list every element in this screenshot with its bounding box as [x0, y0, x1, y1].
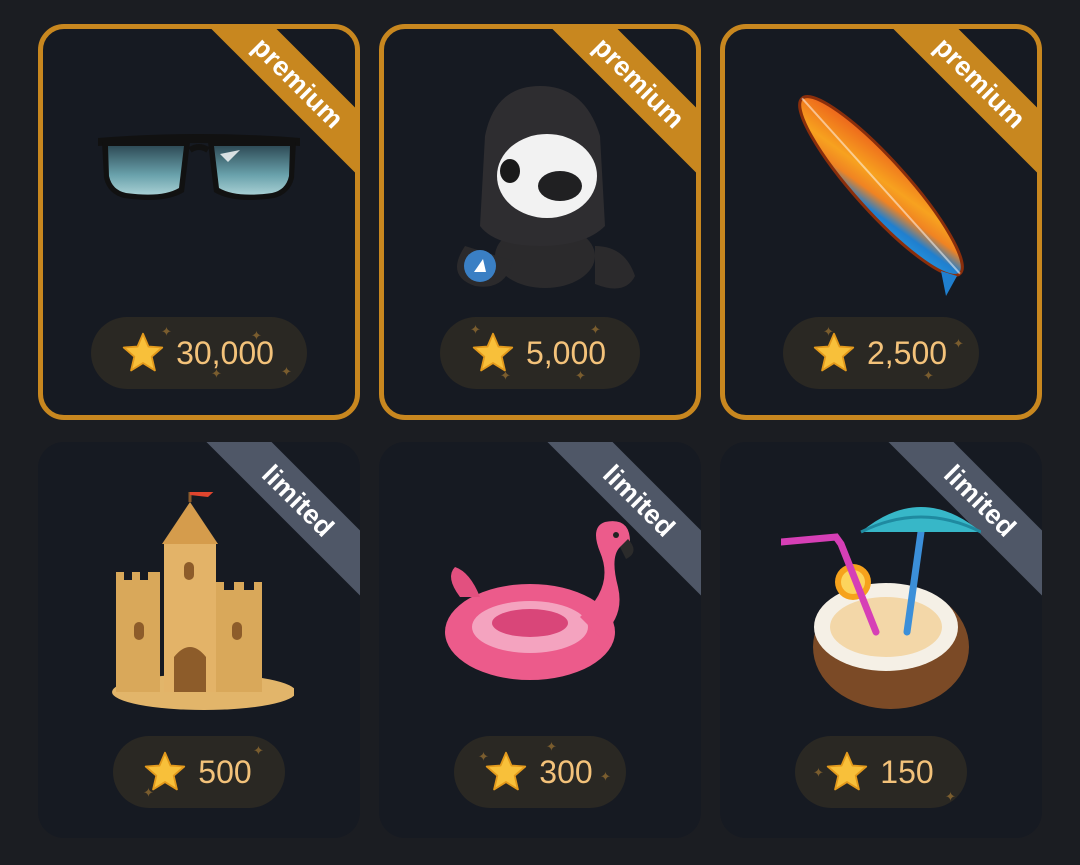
price-pill: ✦ ✦ ✦ ✦ 5,000 [440, 317, 640, 389]
sandcastle-icon [38, 472, 360, 732]
price-amount: 150 [880, 753, 934, 790]
gift-card-surfboard[interactable]: premium ✦ ✦ ✦ 2,500 [720, 24, 1042, 420]
price-pill: ✦ ✦ 150 [795, 736, 967, 808]
surfboard-icon [725, 29, 1037, 309]
price-pill: ✦ ✦ 500 [113, 736, 285, 808]
gift-card-flamingo-float[interactable]: limited ✦ ✦ ✦ 300 [379, 442, 701, 838]
price-amount: 300 [539, 753, 593, 790]
gift-card-hooded-bear[interactable]: premium ✦ ✦ ✦ ✦ 5,000 [379, 24, 701, 420]
star-icon [472, 332, 514, 372]
price-amount: 2,500 [866, 334, 948, 371]
price-pill: ✦ ✦ ✦ ✦ 30,000 [91, 317, 307, 389]
flamingo-float-icon [379, 472, 701, 732]
price-amount: 30,000 [176, 334, 274, 371]
gift-card-sandcastle[interactable]: limited ✦ ✦ 500 [38, 442, 360, 838]
price-amount: 500 [198, 753, 252, 790]
price-pill: ✦ ✦ ✦ 300 [454, 736, 626, 808]
star-icon [827, 751, 868, 791]
gift-card-coconut-cocktail[interactable]: limited ✦ ✦ 150 [720, 442, 1042, 838]
gift-card-sunglasses[interactable]: premium ✦ ✦ ✦ ✦ 30,000 [38, 24, 360, 420]
star-icon [813, 332, 855, 372]
coconut-cocktail-icon [720, 472, 1042, 732]
price-amount: 5,000 [525, 334, 607, 371]
hooded-bear-plush-icon [384, 29, 696, 309]
star-icon [145, 751, 186, 791]
sunglasses-icon [43, 29, 355, 269]
star-icon [122, 332, 164, 372]
price-pill: ✦ ✦ ✦ 2,500 [783, 317, 979, 389]
star-icon [486, 751, 527, 791]
